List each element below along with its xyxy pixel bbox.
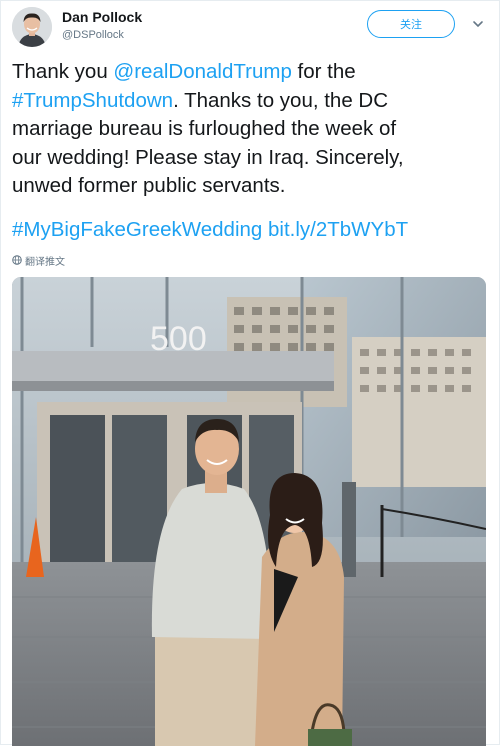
tweet-text: Thank you @realDonaldTrump for the #Trump… bbox=[12, 58, 492, 244]
photo-image: 500 bbox=[12, 277, 486, 746]
tweet-text-gap bbox=[12, 201, 492, 216]
globe-icon bbox=[12, 255, 22, 265]
tweet-text-span: marriage bureau is furloughed the week o… bbox=[12, 117, 397, 140]
author-handle[interactable]: @DSPollock bbox=[62, 29, 124, 41]
translate-label: 翻译推文 bbox=[25, 256, 65, 268]
tweet-text-span: unwed former public servants. bbox=[12, 174, 286, 197]
follow-button[interactable]: 关注 bbox=[367, 10, 455, 38]
chevron-down-icon[interactable] bbox=[471, 17, 485, 31]
tweet-text-span: . Thanks to you, the DC bbox=[173, 88, 389, 112]
tweet-text-span: Thank you bbox=[12, 60, 114, 83]
tweet-text-line: #MyBigFakeGreekWedding bit.ly/2TbWYbT bbox=[12, 216, 492, 245]
tweet-text-line: Thank you @realDonaldTrump for the bbox=[12, 58, 492, 87]
hashtag-link[interactable]: #TrumpShutdown bbox=[12, 89, 173, 112]
url-link[interactable]: bit.ly/2TbWYbT bbox=[268, 218, 408, 241]
author-name[interactable]: Dan Pollock bbox=[62, 9, 142, 25]
tweet-text-line: unwed former public servants. bbox=[12, 172, 492, 201]
avatar-image bbox=[12, 7, 52, 47]
hashtag-link[interactable]: #MyBigFakeGreekWedding bbox=[12, 218, 262, 241]
tweet-photo[interactable]: 500 bbox=[12, 277, 486, 746]
translate-tweet-link[interactable]: 翻译推文 bbox=[12, 253, 65, 268]
author-avatar[interactable] bbox=[12, 7, 52, 47]
tweet-card: Dan Pollock @DSPollock 关注 Thank you @rea… bbox=[0, 0, 500, 746]
mention-link[interactable]: @realDonaldTrump bbox=[113, 60, 291, 83]
tweet-text-line: marriage bureau is furloughed the week o… bbox=[12, 115, 492, 144]
tweet-text-span: our wedding! Please stay in Iraq. Sincer… bbox=[12, 145, 404, 169]
tweet-text-line: our wedding! Please stay in Iraq. Sincer… bbox=[12, 144, 492, 173]
tweet-text-line: #TrumpShutdown. Thanks to you, the DC bbox=[12, 87, 492, 116]
tweet-text-span: for the bbox=[291, 60, 356, 83]
